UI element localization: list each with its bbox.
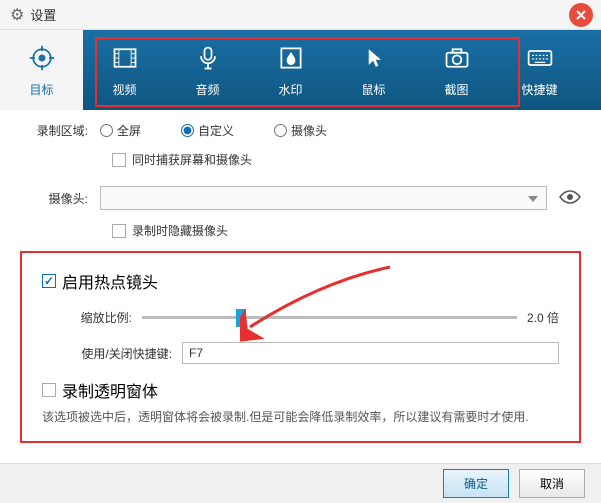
gear-icon: ⚙	[10, 5, 24, 25]
close-button[interactable]	[569, 3, 593, 27]
tab-label: 视频	[112, 81, 136, 98]
checkbox-hide-camera[interactable]: 录制时隐藏摄像头	[112, 222, 228, 239]
target-icon	[27, 43, 57, 73]
zoom-row: 缩放比例: 2.0 倍	[42, 309, 559, 326]
radio-label: 自定义	[198, 122, 234, 139]
slider-thumb[interactable]	[236, 309, 246, 327]
record-area-row: 录制区域: 全屏 自定义 摄像头	[20, 122, 581, 139]
footer: 确定 取消	[0, 463, 601, 503]
checkbox-icon	[42, 383, 56, 397]
tab-video[interactable]: 视频	[83, 30, 166, 110]
checkbox-label: 启用热点镜头	[62, 269, 158, 293]
checkbox-capture-both[interactable]: 同时捕获屏幕和摄像头	[112, 151, 252, 168]
camera-icon	[442, 43, 472, 73]
eye-icon[interactable]	[559, 190, 581, 207]
tab-label: 快捷键	[521, 81, 557, 98]
radio-label: 摄像头	[291, 122, 327, 139]
hide-camera-row: 录制时隐藏摄像头	[112, 222, 581, 239]
camera-label: 摄像头:	[20, 190, 100, 207]
record-area-group: 全屏 自定义 摄像头	[100, 122, 327, 139]
camera-row: 摄像头:	[20, 186, 581, 210]
tab-mouse[interactable]: 鼠标	[332, 30, 415, 110]
close-icon	[576, 10, 586, 20]
tab-label: 音频	[195, 81, 219, 98]
checkbox-icon	[112, 153, 126, 167]
hotkey-label: 使用/关闭快捷键:	[42, 345, 172, 362]
checkbox-icon	[42, 274, 56, 288]
titlebar: ⚙ 设置	[0, 0, 601, 30]
window-title: 设置	[30, 5, 56, 24]
zoom-label: 缩放比例:	[42, 309, 132, 326]
record-area-label: 录制区域:	[20, 122, 100, 139]
hotspot-section: 启用热点镜头 缩放比例: 2.0 倍 使用/关闭快捷键: 录制透明窗体 该选项被…	[20, 251, 581, 443]
checkbox-label: 录制透明窗体	[62, 378, 158, 402]
microphone-icon	[193, 43, 223, 73]
tab-screenshot[interactable]: 截图	[415, 30, 498, 110]
tab-label: 目标	[29, 81, 53, 98]
tab-audio[interactable]: 音频	[166, 30, 249, 110]
tab-label: 截图	[444, 81, 468, 98]
transparent-note: 该选项被选中后，透明窗体将会被录制.但是可能会降低录制效率，所以建议有需要时才使…	[42, 408, 559, 427]
checkbox-label: 同时捕获屏幕和摄像头	[132, 151, 252, 168]
hotkey-row: 使用/关闭快捷键:	[42, 342, 559, 364]
tab-hotkey[interactable]: 快捷键	[498, 30, 581, 110]
film-icon	[110, 43, 140, 73]
radio-fullscreen[interactable]: 全屏	[100, 122, 141, 139]
checkbox-transparent[interactable]: 录制透明窗体	[42, 378, 559, 402]
checkbox-label: 录制时隐藏摄像头	[132, 222, 228, 239]
ok-button[interactable]: 确定	[443, 469, 509, 498]
tab-target[interactable]: 目标	[0, 30, 83, 110]
cancel-button[interactable]: 取消	[519, 469, 585, 498]
capture-both-row: 同时捕获屏幕和摄像头	[112, 151, 581, 168]
keyboard-icon	[525, 43, 555, 73]
radio-camera[interactable]: 摄像头	[274, 122, 327, 139]
content-panel: 录制区域: 全屏 自定义 摄像头 同时捕获屏幕和摄像头 摄像头: 录制时隐藏摄像…	[0, 110, 601, 453]
tab-label: 水印	[278, 81, 302, 98]
zoom-slider[interactable]	[142, 316, 517, 319]
checkbox-icon	[112, 224, 126, 238]
droplet-icon	[276, 43, 306, 73]
camera-select[interactable]	[100, 186, 547, 210]
radio-custom[interactable]: 自定义	[181, 122, 234, 139]
tab-bar: 目标 视频 音频 水印 鼠标 截图 快捷键	[0, 30, 601, 110]
zoom-value: 2.0 倍	[527, 309, 559, 326]
radio-label: 全屏	[117, 122, 141, 139]
cursor-icon	[359, 43, 389, 73]
hotkey-input[interactable]	[182, 342, 559, 364]
tab-label: 鼠标	[361, 81, 385, 98]
tab-watermark[interactable]: 水印	[249, 30, 332, 110]
checkbox-enable-hotspot[interactable]: 启用热点镜头	[42, 269, 559, 293]
